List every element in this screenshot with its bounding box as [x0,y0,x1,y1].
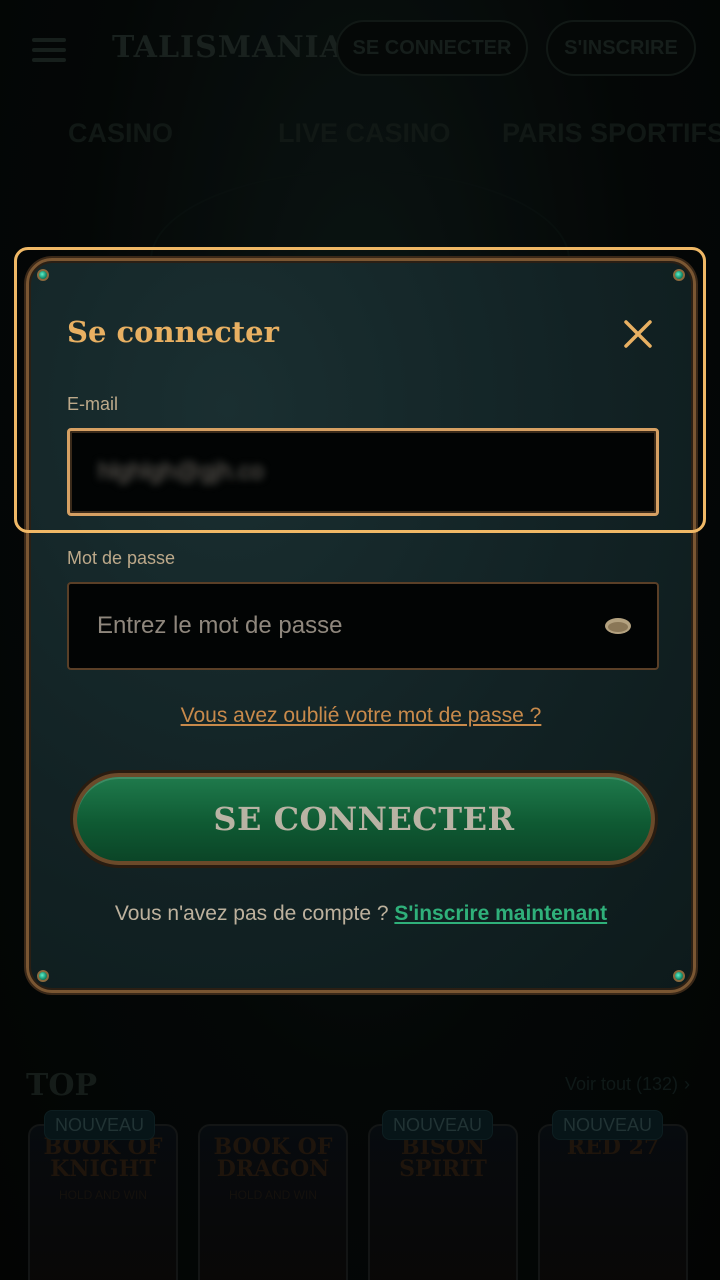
close-button[interactable] [619,315,657,353]
corner-gem-icon [673,269,685,281]
modal-title: Se connecter [67,315,279,349]
password-label: Mot de passe [67,548,176,568]
corner-gem-icon [37,970,49,982]
corner-gem-icon [673,970,685,982]
login-submit-button[interactable]: SE CONNECTER [73,773,655,865]
signup-row: Vous n'avez pas de compte ? S'inscrire m… [29,902,693,926]
login-submit-label: SE CONNECTER [213,800,515,838]
email-field[interactable]: hlghlgh@gjh.co [67,428,659,516]
close-icon [624,320,652,348]
email-label: E-mail [67,394,119,414]
signup-now-link[interactable]: S'inscrire maintenant [394,902,607,925]
forgot-password-link[interactable]: Vous avez oublié votre mot de passe ? [29,704,693,728]
eye-icon[interactable] [603,616,633,636]
login-modal: Se connecter E-mail hlghlgh@gjh.co Mot d… [26,258,696,993]
email-value: hlghlgh@gjh.co [98,458,264,485]
password-placeholder: Entrez le mot de passe [97,612,343,639]
no-account-text: Vous n'avez pas de compte ? [114,902,395,925]
password-field[interactable]: Entrez le mot de passe [67,582,659,670]
corner-gem-icon [37,269,49,281]
